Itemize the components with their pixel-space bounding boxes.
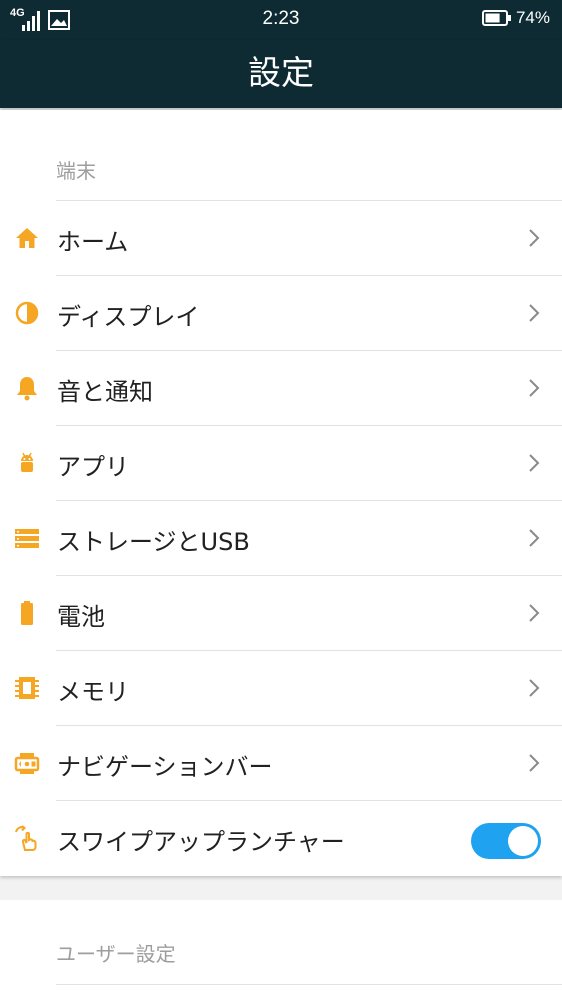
page-title: 設定 [248,53,314,92]
settings-item-label: ディスプレイ [57,303,200,331]
settings-item-sound-notifications[interactable]: 音と通知 [0,350,562,425]
divider [56,425,562,426]
toggle-knob[interactable] [508,826,538,856]
settings-item-storage-usb[interactable]: ストレージとUSB [0,500,562,575]
settings-item-navigation-bar[interactable]: ナビゲーションバー [0,725,562,800]
settings-item-label: ナビゲーションバー [57,753,273,781]
navigation-bar-icon [14,753,40,774]
settings-item-label: ストレージとUSB [57,528,250,556]
storage-icon [15,529,39,548]
chevron-right-icon [529,304,540,322]
brightness-icon [15,301,39,325]
app-bar: 設定 [0,40,562,108]
settings-item-apps[interactable]: アプリ [0,425,562,500]
swipe-up-launcher-toggle[interactable] [471,823,541,859]
divider [56,725,562,726]
status-bar-right: 74% [481,8,550,28]
status-bar: 4G 2:23 74% [0,0,562,40]
battery-icon [481,10,511,26]
settings-item-memory[interactable]: メモリ [0,650,562,725]
settings-item-display[interactable]: ディスプレイ [0,275,562,350]
settings-item-battery[interactable]: 電池 [0,575,562,650]
home-icon [16,228,38,248]
device-settings-card: 端末 ホーム ディスプレイ 音と通知 アプリ ストレージとUSB 電池 メモリ … [0,110,562,876]
divider [56,200,562,201]
section-header-user: ユーザー設定 [56,942,176,966]
chevron-right-icon [529,229,540,247]
android-icon [21,452,33,472]
divider [56,984,562,985]
divider [56,350,562,351]
settings-item-swipe-up-launcher[interactable]: スワイプアップランチャー [0,800,562,875]
divider [56,800,562,801]
divider [56,575,562,576]
settings-item-home[interactable]: ホーム [0,200,562,275]
settings-item-label: 電池 [57,603,105,631]
chevron-right-icon [529,679,540,697]
chevron-right-icon [529,379,540,397]
divider [56,275,562,276]
chevron-right-icon [529,529,540,547]
chevron-right-icon [529,454,540,472]
settings-item-label: 音と通知 [57,378,153,406]
user-settings-card: ユーザー設定 [0,900,562,1000]
bell-icon [17,377,37,401]
chevron-right-icon [529,754,540,772]
memory-chip-icon [15,677,39,699]
clock: 2:23 [262,8,300,29]
battery-icon [21,601,33,625]
section-header-device: 端末 [56,159,96,183]
divider [56,500,562,501]
chevron-right-icon [529,604,540,622]
settings-item-label: メモリ [57,678,129,706]
battery-percent: 74% [515,8,550,27]
divider [56,650,562,651]
settings-item-label: アプリ [57,453,129,481]
settings-item-label: スワイプアップランチャー [57,828,345,856]
swipe-gesture-icon [15,825,37,851]
settings-item-label: ホーム [57,228,129,256]
